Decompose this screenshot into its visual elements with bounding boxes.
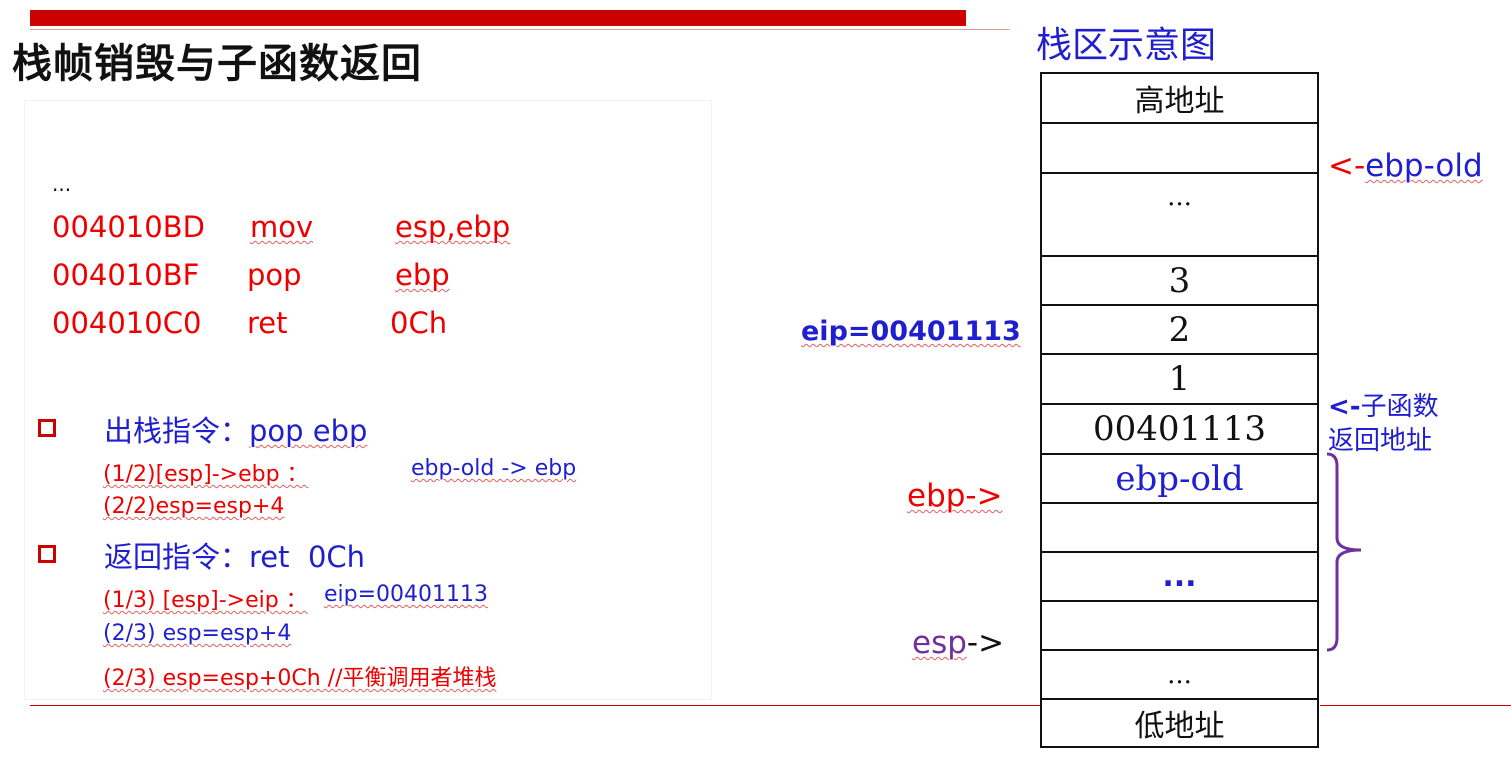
- pop-step-1-result: ebp-old -> ebp: [411, 456, 576, 481]
- ebp-old-pointer: <-ebp-old: [1328, 148, 1483, 184]
- ret-step-1: (1/3) [esp]->eip ：: [103, 582, 308, 614]
- esp-pointer-label: esp->: [912, 625, 1004, 661]
- locals-ellipsis: ...: [1162, 559, 1197, 594]
- code-ellipsis: ...: [52, 172, 72, 196]
- eip-label-text: eip=00401113: [801, 316, 1021, 347]
- step-right: eip=00401113: [324, 582, 489, 607]
- asm-operand: esp,ebp: [395, 210, 511, 244]
- stack-cell-local-2: [1040, 600, 1319, 649]
- footer-rule-right: [1320, 705, 1511, 706]
- footer-rule: [30, 705, 1040, 706]
- stack-cell-ellipsis: ...: [1040, 172, 1319, 255]
- asm-address: 004010BF: [52, 258, 200, 292]
- asm-opcode: mov: [250, 210, 314, 244]
- asm-address: 004010C0: [52, 306, 202, 340]
- stack-cell-below: ...: [1040, 649, 1319, 698]
- esp-pointer-arrow: ->: [966, 625, 1005, 661]
- heading-code: pop ebp: [249, 414, 368, 448]
- heading-prefix: 返回指令：: [104, 540, 250, 574]
- pop-step-2: (2/2)esp=esp+4: [103, 494, 284, 519]
- stack-cell-local-1: [1040, 502, 1319, 551]
- heading-prefix: 出栈指令：: [104, 414, 250, 448]
- step-left: (1/2)[esp]->ebp ：: [103, 462, 309, 487]
- stack-cell-arg-3: 3: [1040, 255, 1319, 304]
- page-title: 栈帧销毁与子函数返回: [12, 41, 422, 87]
- ret-step-3: (2/3) esp=esp+0Ch //平衡调用者堆栈: [103, 660, 496, 692]
- step-left: (2/3) esp=esp+4: [103, 621, 292, 646]
- ebp-pointer-text: ebp->: [907, 478, 1003, 514]
- return-note-line-1: <-子函数: [1328, 390, 1439, 424]
- ebp-old-arrow: <-: [1328, 148, 1366, 184]
- step-left: (2/3) esp=esp+0Ch //平衡调用者堆栈: [103, 666, 497, 691]
- stack-cell-saved-ebp: ebp-old: [1040, 453, 1319, 502]
- ebp-old-pointer-text: ebp-old: [1365, 148, 1483, 184]
- diagram-title: 栈区示意图: [1036, 25, 1217, 66]
- asm-operand: 0Ch: [390, 306, 448, 340]
- stack-cell-return-address: 00401113: [1040, 403, 1319, 453]
- step-left: (1/3) [esp]->eip ：: [103, 588, 308, 613]
- esp-pointer-text: esp: [912, 625, 967, 661]
- ret-step-2: (2/3) esp=esp+4: [103, 621, 291, 646]
- bullet-square-icon: [38, 545, 56, 563]
- asm-address: 004010BD: [52, 210, 205, 244]
- ret-step-1-result: eip=00401113: [324, 582, 488, 607]
- asm-opcode: pop: [247, 258, 302, 292]
- asm-operand: ebp: [395, 258, 450, 292]
- bullet-square-icon: [38, 419, 56, 437]
- stack-cell-ebp-old-slot: [1040, 122, 1319, 172]
- step-left: (2/2)esp=esp+4: [103, 494, 285, 519]
- pop-heading: 出栈指令：pop ebp: [104, 408, 367, 450]
- return-note-arrow: <-: [1328, 392, 1361, 422]
- stack-cell-locals: ...: [1040, 551, 1319, 600]
- stack-cell-arg-1: 1: [1040, 353, 1319, 403]
- asm-opcode: ret: [247, 306, 288, 340]
- heading-code: ret 0Ch: [249, 540, 366, 574]
- ebp-pointer-label: ebp->: [907, 478, 1003, 514]
- pop-step-1: (1/2)[esp]->ebp ：: [103, 456, 309, 488]
- step-right: ebp-old -> ebp: [411, 456, 577, 481]
- ret-heading: 返回指令：ret 0Ch: [104, 534, 365, 576]
- return-note-text-1: 子函数: [1360, 392, 1439, 422]
- stack-cell-arg-2: 2: [1040, 304, 1319, 353]
- saved-ebp-text: ebp-old: [1115, 458, 1244, 499]
- curly-brace-icon: [1326, 452, 1362, 652]
- stack-cell-high-address: 高地址: [1040, 72, 1319, 122]
- eip-label: eip=00401113: [801, 316, 1021, 347]
- title-rule: [30, 29, 1010, 30]
- return-address-note: <-子函数 返回地址: [1328, 390, 1439, 458]
- stack-cell-low-address: 低地址: [1040, 698, 1319, 748]
- title-accent-bar: [30, 10, 966, 26]
